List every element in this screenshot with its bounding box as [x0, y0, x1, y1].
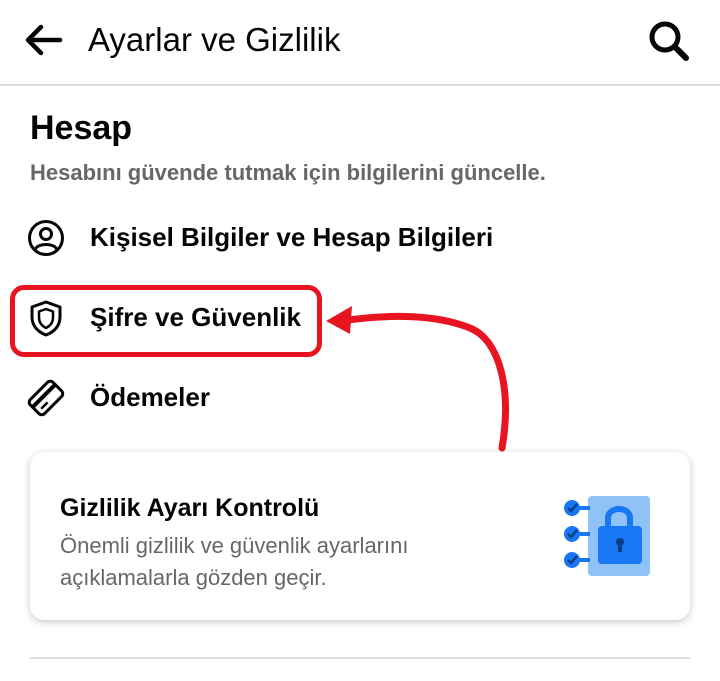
menu-item-label: Ödemeler — [90, 382, 210, 412]
app-header: Ayarlar ve Gizlilik — [0, 0, 720, 86]
annotation-arrow — [326, 306, 509, 452]
payment-card-icon — [26, 378, 66, 418]
card-title: Gizlilik Ayarı Kontrolü — [60, 494, 320, 522]
search-icon — [649, 21, 689, 61]
menu-item-personal-info[interactable]: Kişisel Bilgiler ve Hesap Bilgileri — [22, 209, 582, 265]
privacy-checkup-card[interactable]: Gizlilik Ayarı Kontrolü Önemli gizlilik … — [30, 452, 690, 620]
section-subtitle: Hesabını güvende tutmak için bilgilerini… — [30, 160, 546, 185]
divider — [30, 657, 690, 659]
section-title: Hesap — [30, 109, 133, 147]
checklist-lock-icon — [564, 496, 650, 576]
search-button[interactable] — [646, 18, 692, 64]
page-title: Ayarlar ve Gizlilik — [88, 21, 341, 58]
highlight-box — [10, 285, 322, 357]
back-button[interactable] — [22, 18, 66, 62]
card-description: Önemli gizlilik ve güvenlik ayarlarını a… — [60, 533, 409, 590]
menu-item-payments[interactable]: Ödemeler — [22, 369, 302, 425]
menu-item-label: Kişisel Bilgiler ve Hesap Bilgileri — [90, 222, 494, 252]
arrow-left-icon — [25, 24, 63, 56]
user-circle-icon — [26, 218, 66, 258]
